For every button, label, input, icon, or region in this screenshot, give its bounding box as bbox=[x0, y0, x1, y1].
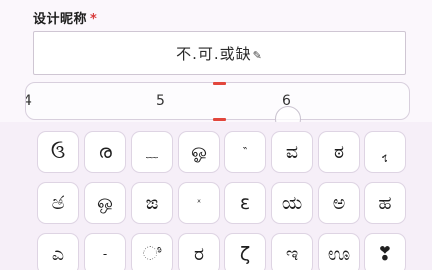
nickname-value: 不.可.或缺 bbox=[176, 45, 252, 63]
nickname-label: 设计昵称 * bbox=[33, 8, 97, 27]
nickname-field[interactable]: 不.可.或缺✎ bbox=[33, 31, 406, 75]
symbol-key[interactable]: ಅ bbox=[318, 182, 360, 224]
symbol-key[interactable]: ˣ bbox=[178, 182, 220, 224]
pencil-icon: ✎ bbox=[252, 49, 263, 62]
symbol-key[interactable]: ζ bbox=[224, 233, 266, 270]
nickname-editor: 设计昵称* 不.可.或缺✎ 4 5 6 ઉ ര ﹏ ஓ ‶ ವ ಠ ﮨ ඡ ஒ … bbox=[0, 0, 432, 270]
symbol-key[interactable]: ಠ bbox=[318, 131, 360, 173]
symbol-key[interactable]: ஓ bbox=[178, 131, 220, 173]
symbol-key[interactable]: ɛ bbox=[224, 182, 266, 224]
symbol-key[interactable]: ઉ bbox=[37, 131, 79, 173]
symbol-key[interactable]: ര bbox=[84, 131, 126, 173]
symbol-key[interactable]: ಎ bbox=[37, 233, 79, 270]
symbol-key[interactable]: ಯ bbox=[271, 182, 313, 224]
picker-selection-marker-top bbox=[213, 82, 226, 85]
symbol-key[interactable]: ವ bbox=[271, 131, 313, 173]
symbol-key[interactable]: ರ bbox=[178, 233, 220, 270]
symbol-key[interactable]: ﹏ bbox=[131, 131, 173, 173]
picker-option-5[interactable]: 5 bbox=[156, 93, 165, 109]
symbol-key[interactable]: ‶ bbox=[224, 131, 266, 173]
symbol-key[interactable]: ಊ bbox=[318, 233, 360, 270]
symbol-key[interactable]: ﮨ bbox=[364, 131, 406, 173]
symbol-key[interactable]: ಙ bbox=[131, 182, 173, 224]
symbol-keyboard: ઉ ര ﹏ ஓ ‶ ವ ಠ ﮨ ඡ ஒ ಙ ˣ ɛ ಯ ಅ ಹ ಎ - ಿ ರ … bbox=[0, 122, 432, 270]
symbol-key[interactable]: ಇ bbox=[271, 233, 313, 270]
picker-selection-marker-bottom bbox=[213, 118, 226, 121]
picker-option-4[interactable]: 4 bbox=[26, 93, 32, 109]
nickname-label-text: 设计昵称 bbox=[33, 12, 88, 27]
position-picker[interactable]: 4 5 6 bbox=[25, 82, 410, 120]
symbol-key[interactable]: ஒ bbox=[84, 182, 126, 224]
symbol-key[interactable]: - bbox=[84, 233, 126, 270]
symbol-key[interactable]: ඡ bbox=[37, 182, 79, 224]
symbol-key[interactable]: ಹ bbox=[364, 182, 406, 224]
required-asterisk: * bbox=[90, 12, 98, 27]
nickname-preview: 不.可.或缺✎ bbox=[34, 43, 405, 64]
symbol-key[interactable]: ❣ bbox=[364, 233, 406, 270]
symbol-key[interactable]: ಿ bbox=[131, 233, 173, 270]
